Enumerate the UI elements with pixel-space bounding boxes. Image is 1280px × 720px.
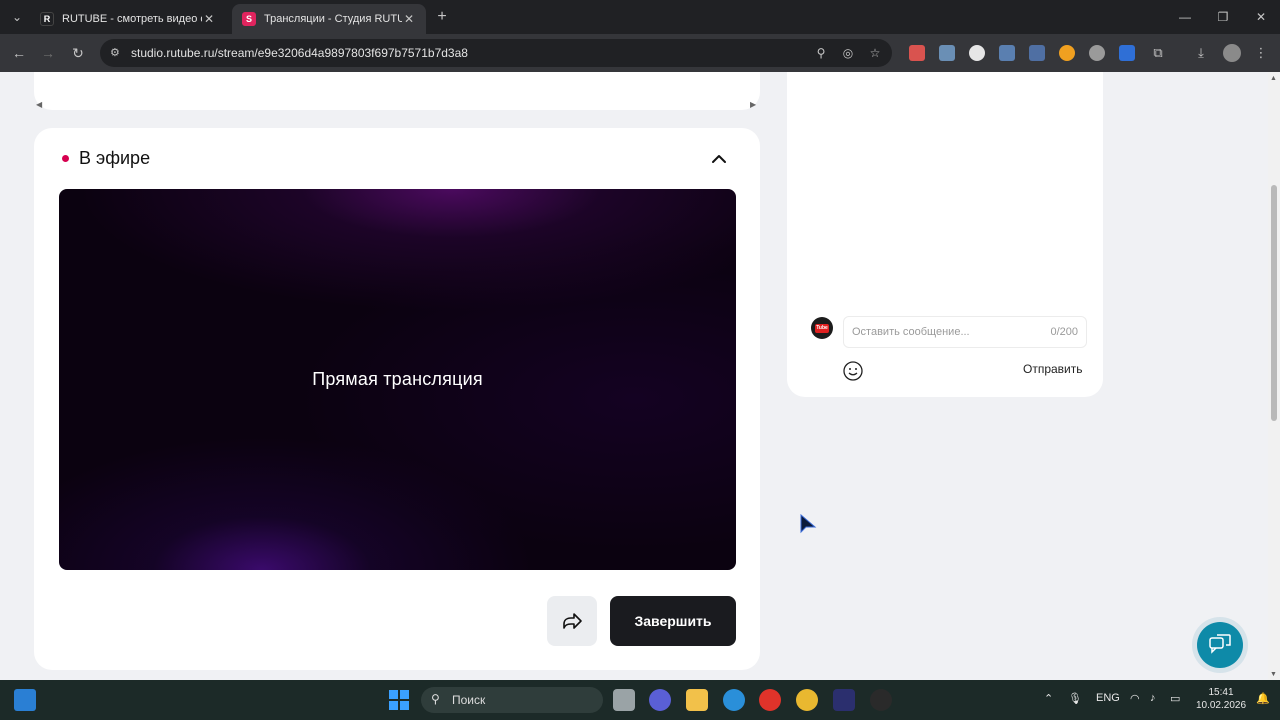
share-icon — [563, 613, 582, 629]
chrome-icon[interactable] — [796, 689, 818, 711]
ide-icon[interactable] — [833, 689, 855, 711]
char-counter: 0/200 — [1050, 326, 1078, 338]
chat-app-icon[interactable] — [649, 689, 671, 711]
close-icon[interactable]: ✕ — [202, 12, 216, 26]
wifi-icon[interactable]: ◠ — [1130, 692, 1140, 705]
new-tab-button[interactable]: + — [432, 7, 452, 27]
extension-icon[interactable] — [1059, 45, 1075, 61]
player-placeholder-text: Прямая трансляция — [312, 369, 483, 389]
microphone-icon[interactable]: 🎙 — [1068, 692, 1082, 705]
video-player[interactable]: Прямая трансляция — [59, 189, 736, 570]
scroll-left-icon[interactable]: ◀ — [36, 100, 42, 109]
zoom-icon[interactable]: ⚲ — [813, 45, 829, 61]
chat-message-input[interactable]: Оставить сообщение... 0/200 — [843, 316, 1087, 348]
send-button[interactable]: Отправить — [1023, 362, 1083, 376]
site-info-icon[interactable]: ⚙ — [110, 46, 124, 60]
maximize-button[interactable]: ❐ — [1204, 0, 1242, 34]
live-card: В эфире Прямая трансляция Завершить — [34, 128, 760, 670]
taskbar-search[interactable]: ⚲ Поиск — [421, 687, 603, 713]
windows-logo-icon[interactable] — [389, 690, 409, 710]
edge-icon[interactable] — [723, 689, 745, 711]
minimize-button[interactable]: — — [1166, 0, 1204, 34]
chat-placeholder: Оставить сообщение... — [852, 326, 970, 338]
app-icon[interactable] — [870, 689, 892, 711]
avatar-logo: Tube — [815, 324, 829, 333]
studio-favicon-icon: S — [242, 12, 256, 26]
clock[interactable]: 15:41 10.02.2026 — [1195, 686, 1247, 712]
taskbar: ⚲ Поиск ⌃ 🎙 ENG ◠ ♪ ▭ 15:41 10.02.2026 🔔 — [0, 680, 1280, 720]
chat-panel: Tube Оставить сообщение... 0/200 Отправи… — [787, 72, 1103, 397]
tab-title: RUTUBE - смотреть видео онлайн — [62, 13, 202, 25]
tab-menu-icon[interactable]: ⌄ — [6, 6, 28, 28]
extension-icon[interactable] — [1089, 45, 1105, 61]
extensions-icon[interactable]: ⧉ — [1149, 44, 1167, 62]
scroll-down-icon[interactable]: ▼ — [1270, 671, 1277, 678]
chevron-up-icon[interactable] — [708, 148, 730, 170]
share-button[interactable] — [547, 596, 597, 646]
forward-icon[interactable]: → — [37, 42, 59, 64]
time: 15:41 — [1208, 687, 1234, 698]
top-card — [34, 72, 760, 110]
support-chat-icon — [1197, 622, 1243, 668]
extension-icon[interactable] — [1029, 45, 1045, 61]
download-icon[interactable]: ⤓ — [1192, 44, 1210, 62]
scroll-right-icon[interactable]: ▶ — [750, 100, 756, 109]
tab-rutube[interactable]: R RUTUBE - смотреть видео онлайн ✕ — [30, 4, 226, 34]
browser-toolbar: ← → ↻ ⚙ studio.rutube.ru/stream/e9e3206d… — [0, 34, 1280, 72]
eye-off-icon[interactable]: ◎ — [840, 45, 856, 61]
extension-icon[interactable] — [909, 45, 925, 61]
profile-avatar[interactable] — [1223, 44, 1241, 62]
language-indicator[interactable]: ENG — [1096, 692, 1120, 704]
file-explorer-icon[interactable] — [686, 689, 708, 711]
scroll-up-icon[interactable]: ▲ — [1270, 75, 1277, 82]
extension-icon[interactable] — [939, 45, 955, 61]
address-bar[interactable]: ⚙ studio.rutube.ru/stream/e9e3206d4a9897… — [100, 39, 892, 67]
live-header: В эфире — [62, 148, 150, 169]
close-icon[interactable]: ✕ — [402, 12, 416, 26]
mouse-cursor-icon — [799, 513, 819, 536]
page-viewport: ◀ ▶ В эфире Прямая трансляция Завершить … — [0, 72, 1268, 680]
tab-title: Трансляции - Студия RUTUBE — [264, 13, 402, 25]
close-window-button[interactable]: ✕ — [1242, 0, 1280, 34]
avatar: Tube — [811, 317, 833, 339]
reload-icon[interactable]: ↻ — [67, 42, 89, 64]
extension-icon[interactable] — [999, 45, 1015, 61]
search-icon: ⚲ — [431, 692, 440, 706]
back-icon[interactable]: ← — [8, 42, 30, 64]
scrollbar-thumb[interactable] — [1271, 185, 1277, 421]
star-icon[interactable]: ☆ — [867, 45, 883, 61]
yandex-icon[interactable] — [759, 689, 781, 711]
battery-icon[interactable]: ▭ — [1170, 692, 1180, 705]
live-indicator-icon — [62, 155, 69, 162]
widgets-icon[interactable] — [14, 689, 36, 711]
volume-icon[interactable]: ♪ — [1150, 692, 1156, 704]
task-view-icon[interactable] — [613, 689, 635, 711]
date: 10.02.2026 — [1195, 700, 1247, 711]
extension-icon[interactable] — [1119, 45, 1135, 61]
rutube-favicon-icon: R — [40, 12, 54, 26]
taskbar-search-label: Поиск — [452, 693, 486, 707]
extension-icon[interactable] — [969, 45, 985, 61]
live-title: В эфире — [79, 148, 151, 168]
menu-icon[interactable]: ⋮ — [1252, 44, 1270, 62]
notification-icon[interactable]: 🔔 — [1256, 692, 1270, 705]
tray-expand-icon[interactable]: ⌃ — [1044, 692, 1053, 705]
url-text[interactable]: studio.rutube.ru/stream/e9e3206d4a989780… — [131, 46, 468, 60]
support-chat-button[interactable] — [1192, 617, 1248, 673]
browser-tabstrip: ⌄ R RUTUBE - смотреть видео онлайн ✕ S Т… — [0, 0, 1280, 34]
tab-studio[interactable]: S Трансляции - Студия RUTUBE ✕ — [232, 4, 426, 34]
emoji-icon[interactable] — [842, 360, 864, 382]
finish-stream-button[interactable]: Завершить — [610, 596, 736, 646]
page-scrollbar[interactable]: ▲ ▼ — [1268, 72, 1280, 680]
